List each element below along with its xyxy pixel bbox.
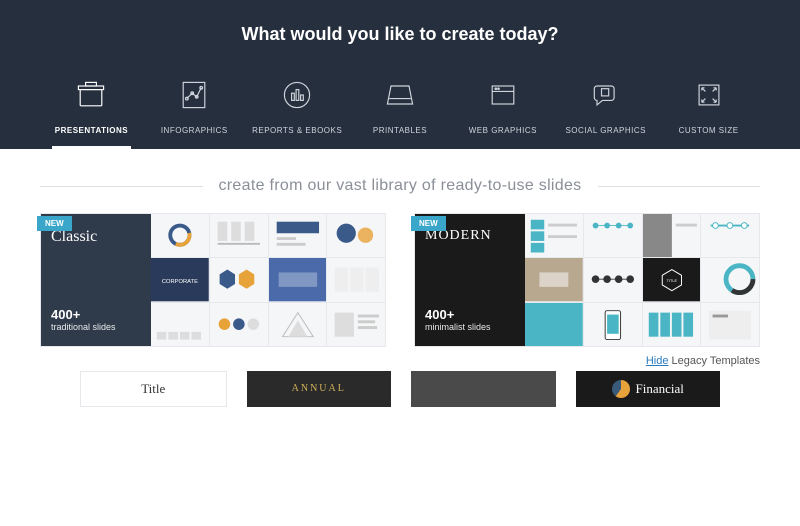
template-meta: 400+ traditional slides [51,307,141,332]
card-info: Classic 400+ traditional slides [41,214,151,346]
category-reports-ebooks[interactable]: REPORTS & EBOOKS [246,69,349,149]
legacy-card-label: Title [141,381,165,397]
legacy-card-photo[interactable] [411,371,556,407]
template-card-classic[interactable]: NEW Classic 400+ traditional slides CORP… [40,213,386,347]
new-badge: NEW [37,216,72,231]
template-count: 400+ [51,307,141,322]
card-info: MODERN 400+ minimalist slides [415,214,525,346]
hero-title: What would you like to create today? [0,24,800,45]
template-meta: 400+ minimalist slides [425,307,515,332]
slide-thumb [643,303,701,346]
hide-link[interactable]: Hide [646,355,669,367]
template-desc: minimalist slides [425,322,515,332]
legacy-card-label: ANNUAL [292,383,346,394]
hero: What would you like to create today? PRE… [0,0,800,149]
legacy-card-title[interactable]: Title [80,371,227,407]
category-label: INFOGRAPHICS [161,126,228,135]
slide-thumb [327,214,385,257]
infographic-icon [176,77,212,118]
legacy-label: Legacy Templates [672,355,760,367]
template-cards: NEW Classic 400+ traditional slides CORP… [40,213,760,347]
social-graphics-icon [588,77,624,118]
category-infographics[interactable]: INFOGRAPHICS [143,69,246,149]
section-title: create from our vast library of ready-to… [219,177,582,195]
category-label: PRINTABLES [373,126,427,135]
template-section: create from our vast library of ready-to… [0,149,800,347]
printables-icon [382,77,418,118]
divider-right [598,186,761,187]
category-label: WEB GRAPHICS [469,126,537,135]
category-label: REPORTS & EBOOKS [252,126,342,135]
svg-text:TITLE: TITLE [666,279,677,283]
template-count: 400+ [425,307,515,322]
category-label: SOCIAL GRAPHICS [565,126,646,135]
slide-thumb [525,303,583,346]
category-row: PRESENTATIONS INFOGRAPHICS REPORTS & EBO… [0,69,800,149]
category-label: PRESENTATIONS [55,126,128,135]
slide-thumb [210,214,268,257]
slide-thumb: CORPORATE [151,258,209,301]
category-social-graphics[interactable]: SOCIAL GRAPHICS [554,69,657,149]
slide-thumb [701,258,759,301]
category-printables[interactable]: PRINTABLES [349,69,452,149]
slide-thumb: TITLE [643,258,701,301]
reports-icon [279,77,315,118]
custom-size-icon [691,77,727,118]
svg-text:CORPORATE: CORPORATE [162,279,198,285]
legacy-card-annual[interactable]: ANNUAL [247,371,392,407]
slide-thumb [327,258,385,301]
category-custom-size[interactable]: CUSTOM SIZE [657,69,760,149]
slide-thumb [327,303,385,346]
slide-thumb [269,303,327,346]
template-desc: traditional slides [51,322,141,332]
slide-thumb [210,303,268,346]
thumbnail-grid: TITLE [525,214,759,346]
category-web-graphics[interactable]: WEB GRAPHICS [451,69,554,149]
slide-thumb [151,214,209,257]
pie-icon [612,380,630,398]
slide-thumb [269,214,327,257]
new-badge: NEW [411,216,446,231]
slide-thumb [701,214,759,257]
thumbnail-grid: CORPORATE [151,214,385,346]
slide-thumb [643,214,701,257]
slide-thumb [584,258,642,301]
web-graphics-icon [485,77,521,118]
slide-thumb [701,303,759,346]
legacy-toggle: Hide Legacy Templates [0,347,800,371]
slide-thumb [525,258,583,301]
slide-thumb [525,214,583,257]
category-label: CUSTOM SIZE [679,126,739,135]
divider-left [40,186,203,187]
template-card-modern[interactable]: NEW MODERN 400+ minimalist slides TITLE [414,213,760,347]
slide-thumb [151,303,209,346]
category-presentations[interactable]: PRESENTATIONS [40,69,143,149]
legacy-templates-row: Title ANNUAL Financial [0,371,800,407]
section-title-row: create from our vast library of ready-to… [40,177,760,195]
slide-thumb [210,258,268,301]
slide-thumb [584,303,642,346]
legacy-card-financial[interactable]: Financial [576,371,721,407]
legacy-card-label: Financial [636,381,684,397]
slide-thumb [584,214,642,257]
presentation-icon [73,77,109,118]
slide-thumb [269,258,327,301]
